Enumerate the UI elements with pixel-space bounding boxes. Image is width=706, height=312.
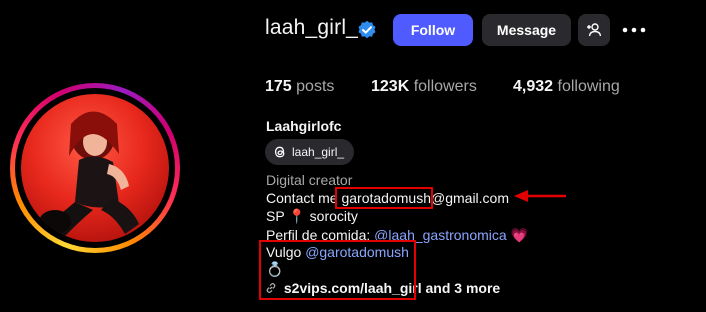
posts-count: 175: [265, 78, 292, 95]
posts-stat: 175 posts: [265, 78, 334, 96]
following-stat[interactable]: 4,932 following: [513, 78, 620, 96]
location-text: sorocity: [305, 208, 358, 224]
threads-badge[interactable]: laah_girl_: [265, 139, 355, 165]
contact-prefix: Contact me: [266, 190, 342, 206]
followers-label: followers: [413, 78, 477, 95]
annotation-arrow: [514, 190, 566, 202]
avatar-photo: [21, 94, 169, 242]
category-label: Digital creator: [266, 172, 353, 188]
verified-badge-icon: [358, 20, 376, 39]
location-prefix: SP: [266, 208, 285, 224]
posts-label: posts: [296, 78, 335, 95]
suggested-accounts-button[interactable]: [578, 14, 610, 46]
heart-emoji: 💗: [510, 227, 529, 243]
follow-button[interactable]: Follow: [393, 14, 473, 46]
followers-count: 123K: [371, 78, 410, 95]
following-label: following: [557, 78, 620, 95]
following-count: 4,932: [513, 78, 554, 95]
more-links-text[interactable]: and 3 more: [422, 280, 501, 296]
username: laah_girl_: [265, 16, 359, 39]
avatar-figure: [39, 111, 139, 236]
contact-highlight-box: [335, 187, 433, 209]
full-name: Laahgirlofc: [266, 118, 342, 134]
add-person-icon: [587, 23, 602, 37]
vulgo-highlight-box: [259, 240, 416, 300]
threads-handle: laah_girl_: [292, 145, 345, 159]
profile-avatar[interactable]: [10, 83, 180, 253]
bio-location-line: SP 📍 sorocity: [266, 208, 358, 225]
pin-emoji: 📍: [288, 208, 306, 224]
followers-stat[interactable]: 123K followers: [371, 78, 477, 96]
more-options-icon[interactable]: [620, 20, 648, 40]
message-button[interactable]: Message: [482, 14, 571, 46]
threads-icon: [274, 146, 285, 158]
contact-suffix: @gmail.com: [431, 190, 510, 206]
